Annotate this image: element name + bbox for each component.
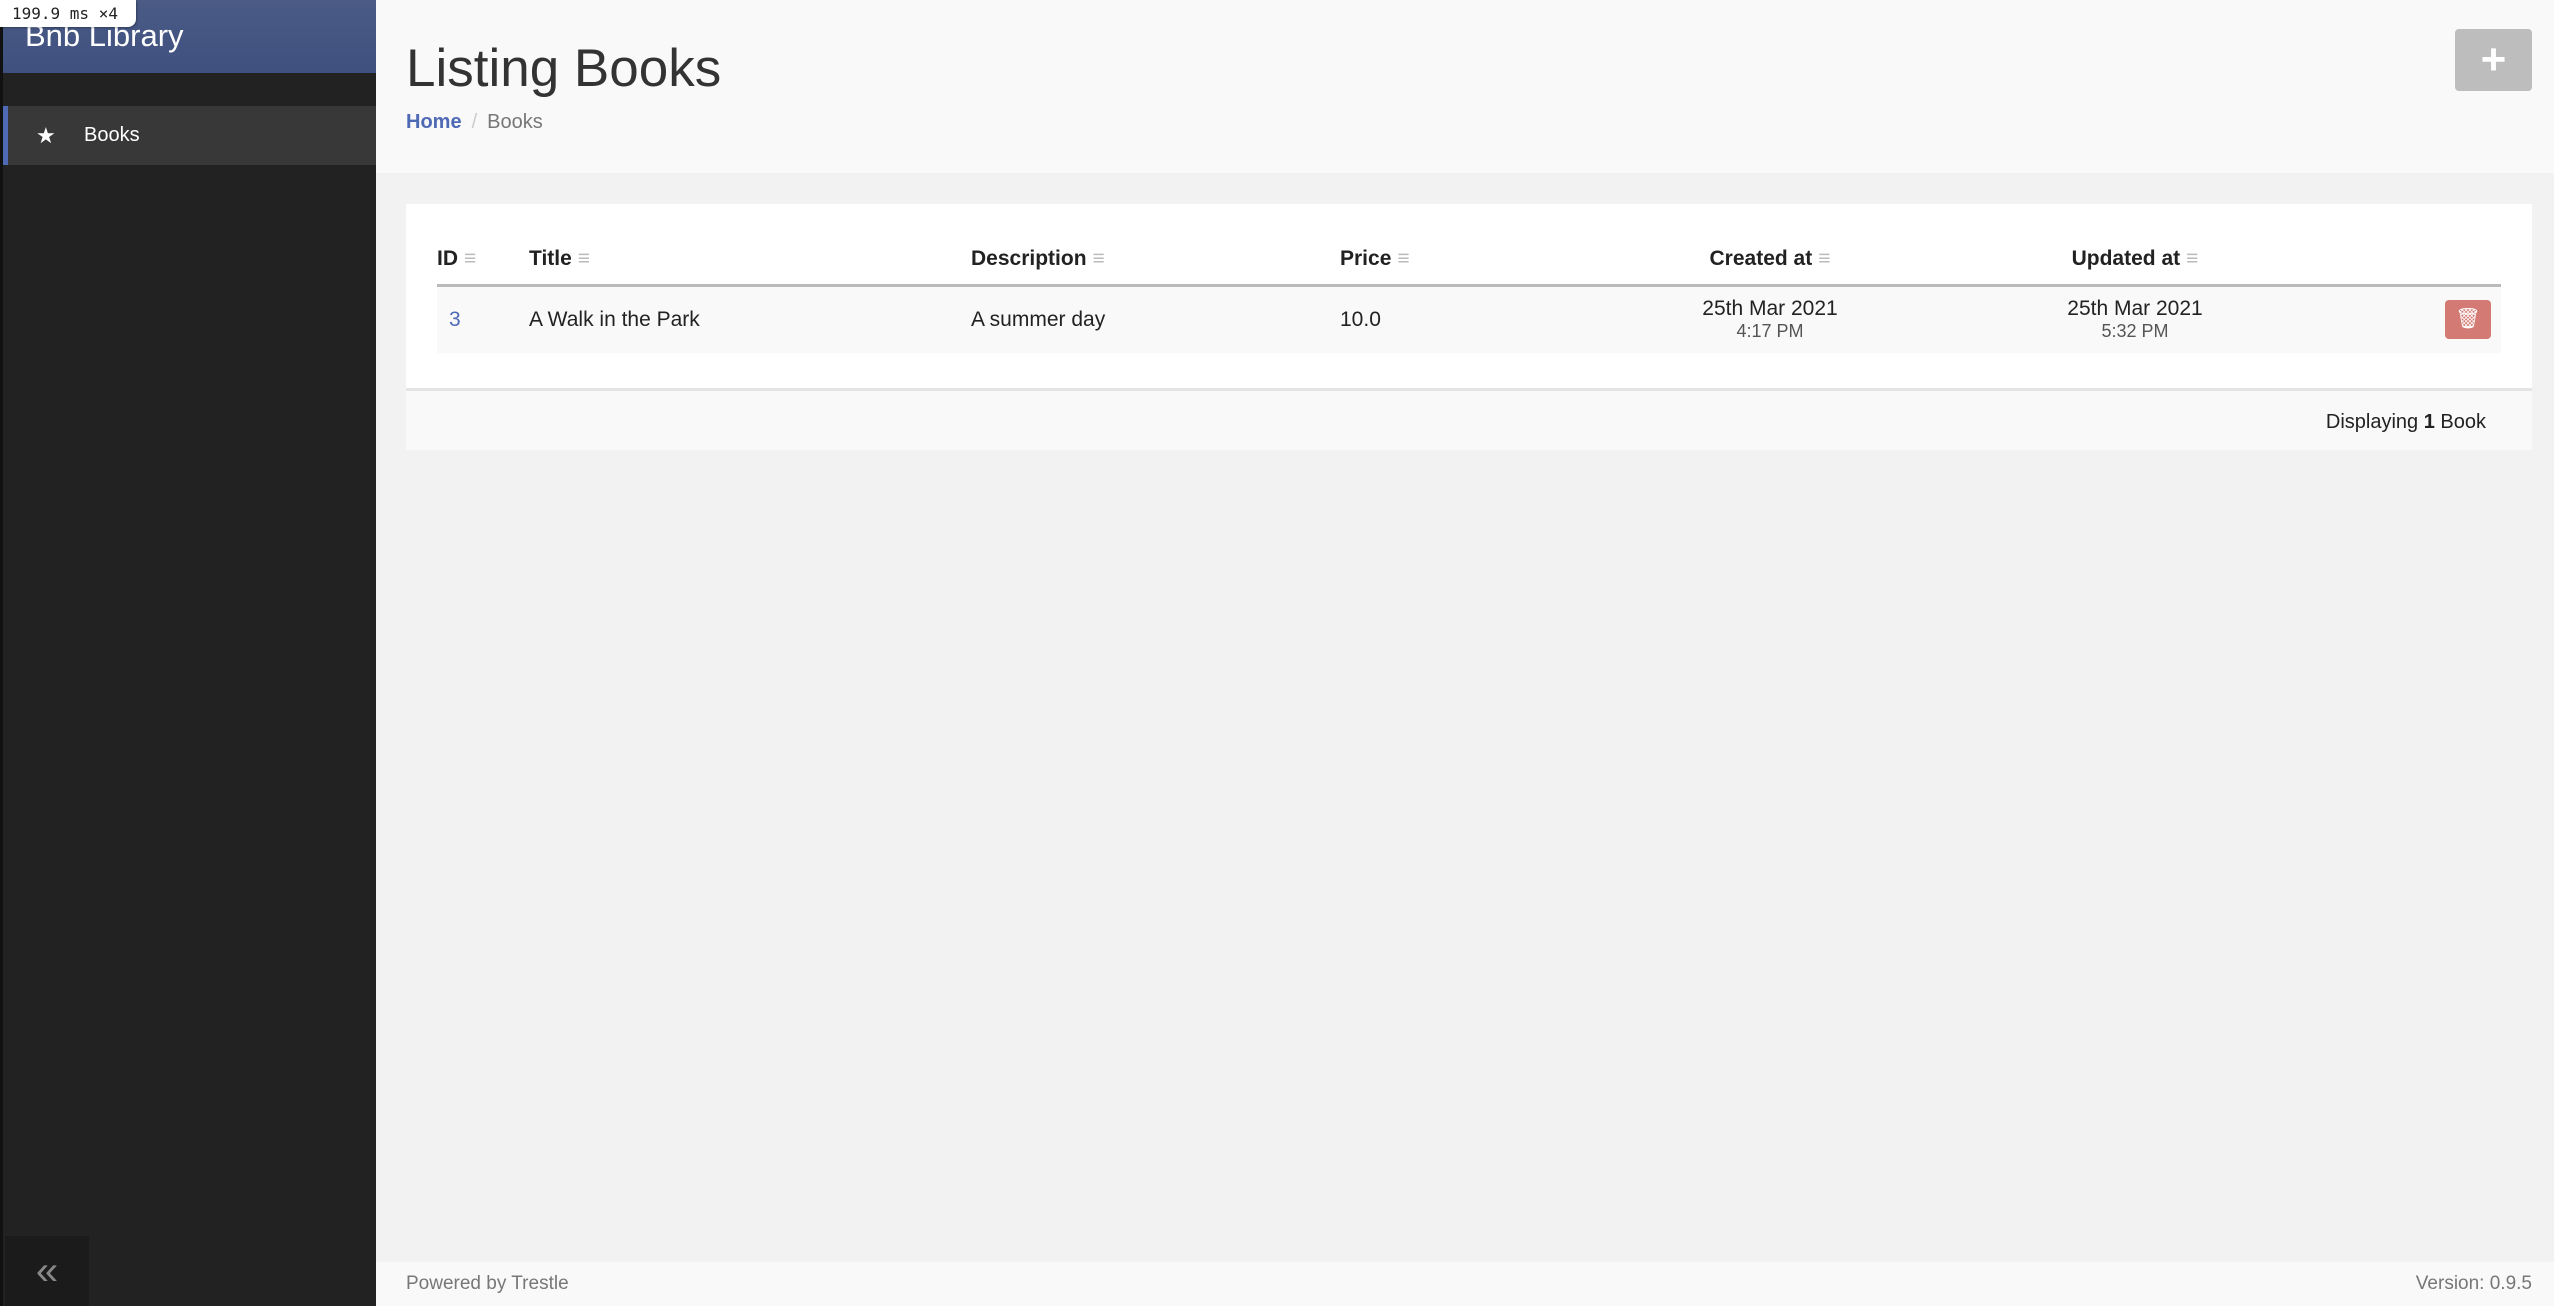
table-row[interactable]: 3 A Walk in the Park A summer day 10.0 2… — [437, 285, 2501, 353]
star-icon: ★ — [36, 122, 56, 148]
collapse-sidebar-button[interactable]: « — [5, 1236, 89, 1306]
breadcrumb-home[interactable]: Home — [406, 111, 462, 133]
breadcrumb-current: Books — [487, 111, 543, 133]
sort-icon: ≡ — [577, 246, 591, 270]
trash-icon: 🗑 — [2455, 308, 2481, 331]
column-header-price[interactable]: Price ≡ — [1340, 234, 1570, 287]
sidebar: Bnb Library ★ Books « — [0, 0, 376, 1306]
timing-overlay: 199.9 ms ×4 — [0, 0, 136, 27]
book-price: 10.0 — [1340, 285, 1570, 353]
sidebar-item-label: Books — [84, 124, 140, 146]
created-at: 25th Mar 2021 4:17 PM — [1570, 285, 1970, 353]
sort-icon: ≡ — [1818, 246, 1831, 270]
book-description: A summer day — [971, 285, 1340, 353]
column-header-id[interactable]: ID ≡ — [437, 234, 529, 287]
add-book-button[interactable]: + — [2455, 29, 2532, 91]
page-header: Listing Books Home / Books + — [376, 0, 2554, 173]
books-table: ID ≡ Title ≡ Description ≡ Price ≡ Created a… — [437, 234, 2501, 353]
version: Version: 0.9.5 — [2415, 1273, 2532, 1294]
sort-icon: ≡ — [1092, 246, 1105, 270]
delete-button[interactable]: 🗑 — [2445, 300, 2491, 340]
book-title: A Walk in the Park — [529, 285, 971, 353]
plus-icon: + — [2480, 35, 2507, 84]
sort-icon: ≡ — [1397, 246, 1410, 270]
table-summary: Displaying 1 Book — [406, 388, 2532, 450]
book-id-link[interactable]: 3 — [449, 308, 461, 331]
double-chevron-left-icon: « — [35, 1248, 59, 1293]
sort-icon: ≡ — [2186, 246, 2199, 270]
column-header-title[interactable]: Title ≡ — [529, 234, 971, 287]
powered-by: Powered by Trestle — [406, 1273, 569, 1294]
page-title: Listing Books — [406, 39, 722, 98]
sidebar-item-books[interactable]: ★ Books — [3, 106, 376, 165]
column-header-created-at[interactable]: Created at ≡ — [1570, 234, 1970, 287]
column-header-actions — [2300, 234, 2501, 287]
page-footer: Powered by Trestle Version: 0.9.5 — [376, 1262, 2554, 1306]
sort-icon: ≡ — [464, 246, 477, 270]
column-header-updated-at[interactable]: Updated at ≡ — [1970, 234, 2300, 287]
breadcrumb-separator: / — [471, 111, 478, 133]
updated-at: 25th Mar 2021 5:32 PM — [1970, 285, 2300, 353]
column-header-description[interactable]: Description ≡ — [971, 234, 1340, 287]
breadcrumb: Home / Books — [406, 111, 543, 134]
books-card: ID ≡ Title ≡ Description ≡ Price ≡ Created a… — [406, 204, 2532, 450]
